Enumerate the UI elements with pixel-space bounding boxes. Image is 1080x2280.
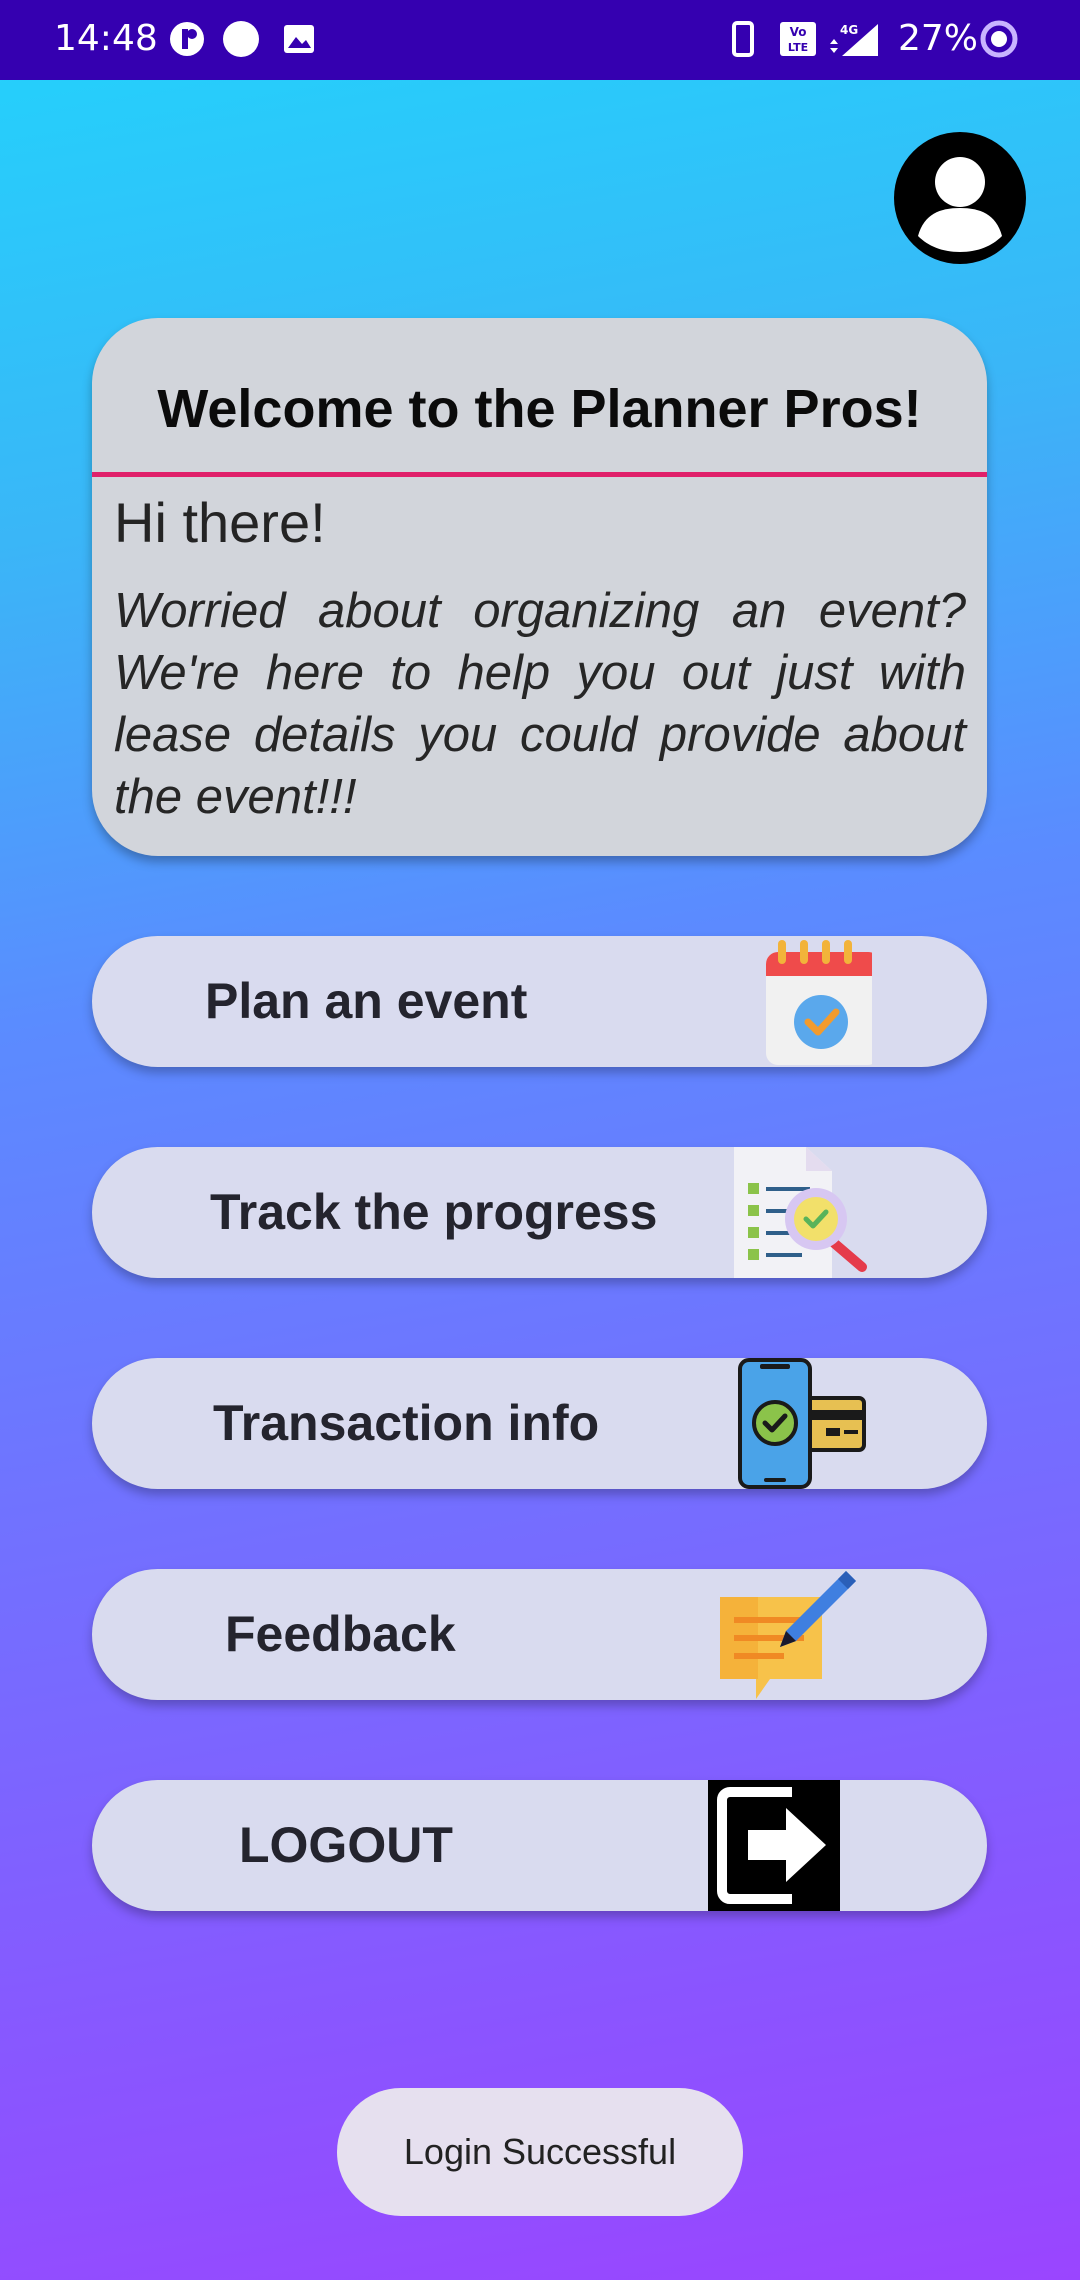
- status-time: 14:48: [54, 18, 158, 59]
- transaction-info-label: Transaction info: [213, 1395, 600, 1451]
- circle-icon: [223, 21, 259, 57]
- status-bar: 14:48 Vo LTE 4G 27%: [0, 0, 1080, 80]
- feedback-label: Feedback: [225, 1606, 456, 1662]
- transaction-info-button[interactable]: Transaction info: [92, 1358, 987, 1489]
- plan-event-label: Plan an event: [205, 973, 528, 1029]
- plan-event-button[interactable]: Plan an event: [92, 936, 987, 1067]
- logout-button[interactable]: LOGOUT: [92, 1780, 987, 1911]
- calendar-icon: [766, 940, 872, 1065]
- track-progress-button[interactable]: Track the progress: [92, 1147, 987, 1278]
- welcome-card: Welcome to the Planner Pros! Hi there! W…: [92, 318, 987, 856]
- battery-icon: [980, 20, 1018, 58]
- profile-avatar-icon[interactable]: [894, 132, 1026, 264]
- login-success-toast: Login Successful: [337, 2088, 743, 2216]
- volte-icon: Vo LTE: [780, 22, 816, 56]
- welcome-body: Worried about organizing an event? We're…: [114, 584, 966, 824]
- logout-label: LOGOUT: [239, 1817, 453, 1873]
- logout-icon: [708, 1780, 840, 1911]
- signal-app-icon: [170, 22, 204, 56]
- 4g-signal-icon: 4G: [830, 23, 878, 56]
- welcome-greeting: Hi there!: [114, 491, 326, 554]
- welcome-divider: [92, 472, 987, 477]
- feedback-button[interactable]: Feedback: [92, 1569, 987, 1700]
- phone-payment-icon: [738, 1358, 866, 1489]
- image-icon: [284, 25, 314, 53]
- track-progress-label: Track the progress: [210, 1184, 658, 1240]
- feedback-note-icon: [720, 1571, 856, 1699]
- phone-icon: [732, 21, 754, 57]
- svg-text:LTE: LTE: [788, 41, 808, 54]
- welcome-title: Welcome to the Planner Pros!: [157, 379, 922, 439]
- battery-percentage: 27%: [898, 18, 979, 59]
- svg-text:Vo: Vo: [790, 25, 807, 39]
- svg-text:4G: 4G: [840, 23, 858, 37]
- checklist-search-icon: [734, 1147, 867, 1278]
